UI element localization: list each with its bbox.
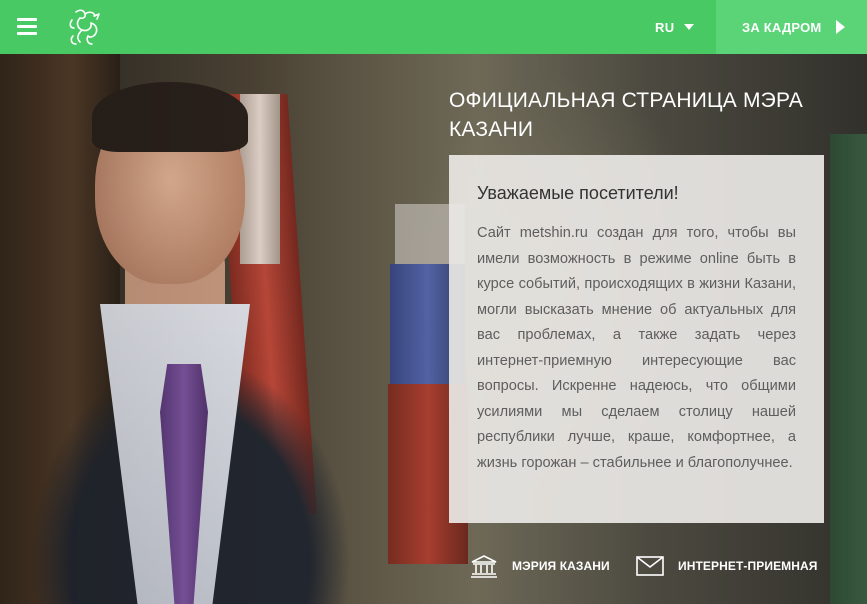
envelope-icon — [636, 556, 664, 576]
welcome-card: Уважаемые посетители! Сайт metshin.ru со… — [449, 155, 824, 523]
page: RU ЗА КАДРОМ ОФИЦИАЛЬНАЯ СТРАНИЦА МЭРА К… — [0, 0, 867, 604]
city-hall-link[interactable]: МЭРИЯ КАЗАНИ — [470, 552, 610, 580]
internet-reception-link-label: ИНТЕРНЕТ-ПРИЕМНАЯ — [678, 559, 818, 573]
internet-reception-link[interactable]: ИНТЕРНЕТ-ПРИЕМНАЯ — [636, 552, 818, 580]
page-title: ОФИЦИАЛЬНАЯ СТРАНИЦА МЭРА КАЗАНИ — [449, 89, 803, 141]
behind-the-scenes-label: ЗА КАДРОМ — [742, 19, 822, 35]
city-hall-building-icon — [471, 555, 497, 578]
hamburger-menu-icon[interactable] — [17, 15, 39, 39]
footer-links: МЭРИЯ КАЗАНИ ИНТЕРНЕТ-ПРИЕМНАЯ — [0, 552, 867, 582]
top-bar: RU ЗА КАДРОМ — [0, 0, 867, 54]
city-hall-link-label: МЭРИЯ КАЗАНИ — [512, 559, 610, 573]
welcome-heading: Уважаемые посетители! — [477, 183, 679, 203]
welcome-text: Сайт metshin.ru создан для того, чтобы в… — [477, 225, 796, 471]
play-arrow-icon — [836, 20, 845, 34]
chevron-down-icon — [684, 24, 695, 30]
kazan-zilant-dragon-logo[interactable] — [64, 6, 104, 48]
behind-the-scenes-button[interactable]: ЗА КАДРОМ — [716, 0, 867, 54]
language-label: RU — [655, 19, 675, 35]
language-selector[interactable]: RU — [655, 0, 715, 54]
